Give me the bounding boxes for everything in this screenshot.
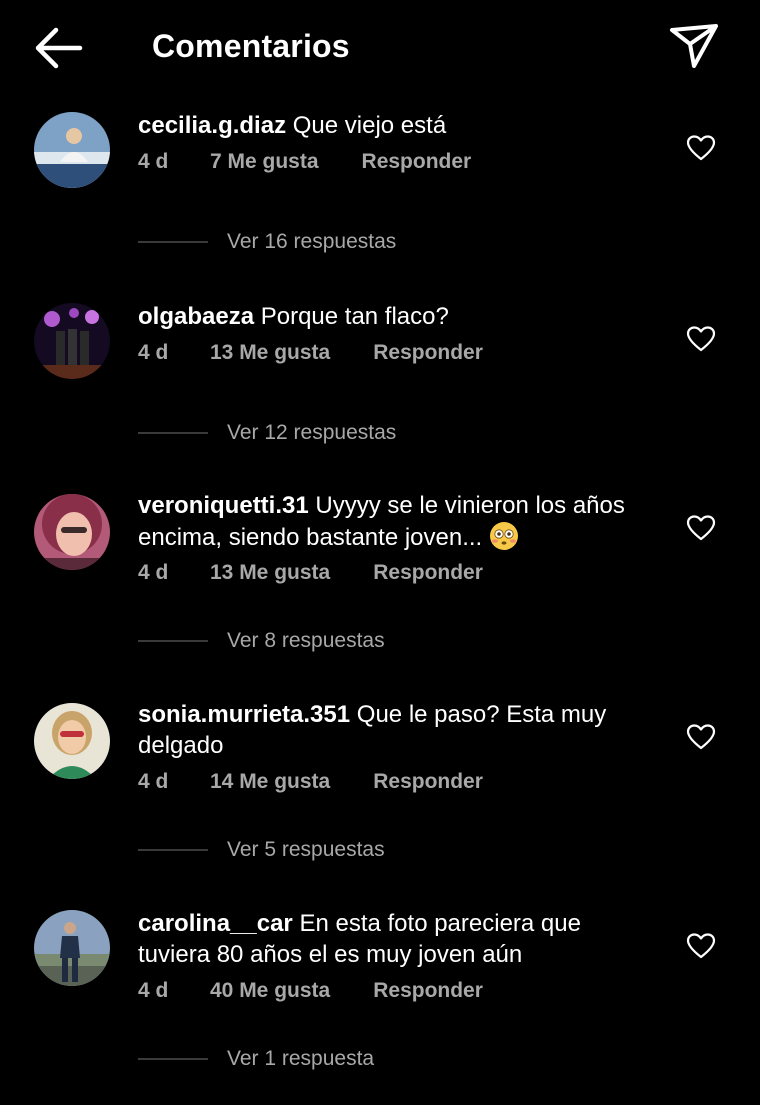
comment-likes[interactable]: 13 Me gusta: [210, 341, 330, 365]
reply-button[interactable]: Responder: [373, 770, 483, 794]
heart-icon: [686, 933, 716, 959]
comment-username[interactable]: sonia.murrieta.351: [138, 701, 350, 728]
comment-likes[interactable]: 40 Me gusta: [210, 979, 330, 1003]
like-button[interactable]: [686, 514, 716, 542]
comment-username[interactable]: olgabaeza: [138, 303, 254, 330]
like-button[interactable]: [686, 723, 716, 751]
view-replies-button[interactable]: Ver 12 respuestas: [138, 421, 396, 445]
view-replies-button[interactable]: Ver 5 respuestas: [138, 838, 385, 862]
reply-button[interactable]: Responder: [373, 979, 483, 1003]
avatar[interactable]: [34, 494, 110, 570]
comment-text: Que viejo está: [292, 112, 447, 139]
comment-time: 4 d: [138, 341, 169, 364]
comment-likes[interactable]: 7 Me gusta: [210, 150, 319, 174]
comment-time: 4 d: [138, 561, 169, 584]
heart-icon: [686, 724, 716, 750]
heart-icon: [686, 326, 716, 352]
avatar[interactable]: [34, 703, 110, 779]
replies-divider: [138, 849, 208, 851]
avatar[interactable]: [34, 303, 110, 379]
heart-icon: [686, 515, 716, 541]
page-title: Comentarios: [152, 28, 350, 64]
comment-time: 4 d: [138, 150, 169, 173]
reply-button[interactable]: Responder: [373, 341, 483, 365]
comment-time: 4 d: [138, 770, 169, 793]
like-button[interactable]: [686, 325, 716, 353]
heart-icon: [686, 135, 716, 161]
reply-button[interactable]: Responder: [362, 150, 472, 174]
comment-text: Porque tan flaco?: [260, 303, 449, 330]
replies-divider: [138, 1058, 208, 1060]
comment-likes[interactable]: 13 Me gusta: [210, 561, 330, 585]
flushed-face-emoji: [489, 522, 518, 550]
replies-divider: [138, 640, 208, 642]
avatar-photo: [34, 303, 110, 379]
comment-time: 4 d: [138, 979, 169, 1002]
comment-username[interactable]: veroniquetti.31: [138, 492, 309, 519]
reply-button[interactable]: Responder: [373, 561, 483, 585]
avatar-photo: [34, 910, 110, 986]
like-button[interactable]: [686, 134, 716, 162]
view-replies-label: Ver 12 respuestas: [227, 421, 397, 444]
avatar-photo: [34, 494, 110, 570]
replies-divider: [138, 432, 208, 434]
share-button[interactable]: [664, 20, 722, 72]
comment-username[interactable]: cecilia.g.diaz: [138, 112, 286, 139]
like-button[interactable]: [686, 932, 716, 960]
view-replies-button[interactable]: Ver 8 respuestas: [138, 629, 385, 653]
avatar-photo: [34, 112, 110, 188]
view-replies-label: Ver 1 respuesta: [227, 1047, 375, 1070]
view-replies-label: Ver 16 respuestas: [227, 230, 397, 253]
comment-username[interactable]: carolina__car: [138, 910, 293, 937]
arrow-left-icon: [35, 27, 83, 69]
avatar[interactable]: [34, 112, 110, 188]
replies-divider: [138, 241, 208, 243]
comments-screen: Comentarios cecilia.g.diaz Que viejo est…: [0, 0, 760, 1105]
view-replies-button[interactable]: Ver 16 respuestas: [138, 230, 396, 254]
avatar[interactable]: [34, 910, 110, 986]
back-button[interactable]: [28, 22, 88, 74]
view-replies-button[interactable]: Ver 1 respuesta: [138, 1047, 374, 1071]
header: Comentarios: [0, 0, 760, 95]
view-replies-label: Ver 5 respuestas: [227, 838, 385, 861]
view-replies-label: Ver 8 respuestas: [227, 629, 385, 652]
paper-plane-icon: [670, 24, 718, 68]
avatar-photo: [34, 703, 110, 779]
comment-likes[interactable]: 14 Me gusta: [210, 770, 330, 794]
